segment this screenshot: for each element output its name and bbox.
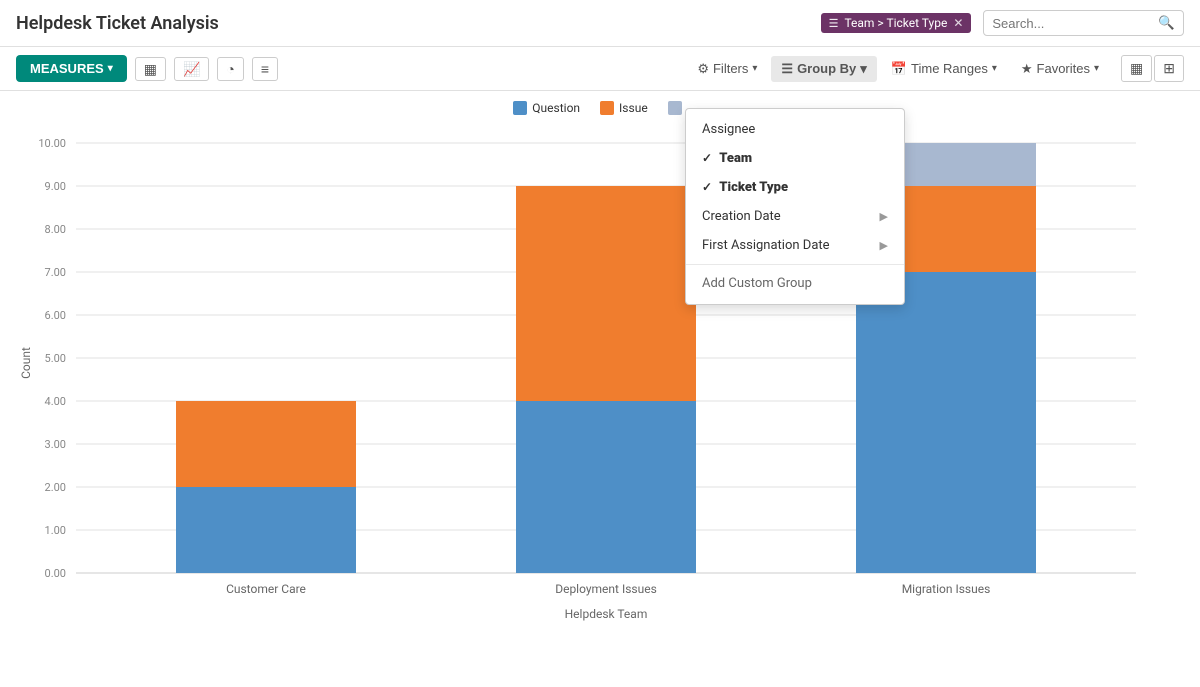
dropdown-item-creation-date[interactable]: Creation Date ▶ (686, 202, 904, 231)
filter-icon: ⚙ (697, 61, 709, 77)
bar-deployment-issues: Deployment Issues (516, 186, 696, 596)
group-by-dropdown: Assignee ✓ Team ✓ Ticket Type Creation D… (685, 108, 905, 305)
legend-item-issue: Issue (600, 101, 648, 115)
view-toggle: ▦ ⊞ (1121, 55, 1184, 82)
legend-dot-other (668, 101, 682, 115)
svg-text:3.00: 3.00 (45, 438, 66, 451)
chart-wrapper: 10.00 9.00 8.00 7.00 6.00 5.00 4.00 (16, 123, 1184, 637)
bar-customer-care: Customer Care (176, 401, 356, 596)
time-ranges-button[interactable]: 📅 Time Ranges ▾ (881, 56, 1007, 82)
favorites-button[interactable]: ★ Favorites ▾ (1011, 56, 1109, 82)
dropdown-item-add-custom-group[interactable]: Add Custom Group (686, 269, 904, 298)
page-title: Helpdesk Ticket Analysis (16, 13, 219, 34)
group-by-arrow-icon: ▾ (860, 61, 867, 77)
bar-chart: 10.00 9.00 8.00 7.00 6.00 5.00 4.00 (16, 123, 1184, 633)
x-axis-label: Helpdesk Team (565, 607, 648, 621)
svg-text:Deployment Issues: Deployment Issues (555, 582, 657, 596)
svg-text:9.00: 9.00 (45, 180, 66, 193)
search-icon[interactable]: 🔍 (1158, 15, 1175, 31)
svg-text:6.00: 6.00 (45, 309, 66, 322)
team-check-icon: ✓ (702, 151, 712, 165)
list-icon: ☰ (829, 17, 839, 30)
dropdown-item-assignee[interactable]: Assignee (686, 115, 904, 144)
filters-arrow-icon: ▾ (752, 63, 757, 74)
svg-text:5.00: 5.00 (45, 352, 66, 365)
toolbar-right: ⚙ Filters ▾ ☰ Group By ▾ 📅 Time Ranges ▾… (687, 55, 1184, 82)
legend-item-question: Question (513, 101, 580, 115)
search-input[interactable] (992, 16, 1152, 31)
svg-text:10.00: 10.00 (38, 137, 66, 150)
toolbar: MEASURES ▾ ▦ 📈 ◔ ≡ ⚙ Filters ▾ ☰ Group B… (0, 47, 1200, 91)
group-by-button[interactable]: ☰ Group By ▾ (771, 56, 876, 82)
chart-area: Question Issue 10.00 9.00 (0, 91, 1200, 637)
svg-text:0.00: 0.00 (45, 567, 66, 580)
breadcrumb-text: Team > Ticket Type (844, 16, 947, 30)
bar-chart-icon[interactable]: ▦ (135, 57, 166, 81)
dropdown-item-ticket-type[interactable]: ✓ Ticket Type (686, 173, 904, 202)
dropdown-item-team[interactable]: ✓ Team (686, 144, 904, 173)
breadcrumb-tag: ☰ Team > Ticket Type ✕ (821, 13, 972, 33)
legend-dot-issue (600, 101, 614, 115)
star-icon: ★ (1021, 61, 1033, 77)
measures-label: MEASURES (30, 61, 104, 76)
legend-dot-question (513, 101, 527, 115)
svg-text:1.00: 1.00 (45, 524, 66, 537)
svg-text:Migration Issues: Migration Issues (902, 582, 991, 596)
group-by-label: Group By (797, 61, 856, 76)
first-assignation-date-label: First Assignation Date (702, 238, 830, 253)
breadcrumb-close-icon[interactable]: ✕ (953, 16, 963, 30)
ticket-type-check-icon: ✓ (702, 180, 712, 194)
add-custom-group-label: Add Custom Group (702, 276, 812, 291)
pie-chart-icon[interactable]: ◔ (217, 57, 243, 81)
assignee-label: Assignee (702, 122, 755, 137)
creation-date-label: Creation Date (702, 209, 781, 224)
legend-label-question: Question (532, 101, 580, 115)
svg-text:7.00: 7.00 (45, 266, 66, 279)
table-view-button[interactable]: ⊞ (1154, 55, 1184, 82)
svg-text:Customer Care: Customer Care (226, 582, 306, 596)
filters-label: Filters (713, 61, 748, 76)
group-by-icon: ☰ (781, 61, 793, 77)
time-ranges-label: Time Ranges (911, 61, 988, 76)
y-axis-label: Count (19, 347, 33, 379)
calendar-icon: 📅 (891, 61, 907, 77)
legend-item-other (668, 101, 687, 115)
chart-legend: Question Issue (16, 101, 1184, 115)
measures-arrow-icon: ▾ (108, 63, 113, 74)
filters-button[interactable]: ⚙ Filters ▾ (687, 56, 767, 82)
time-ranges-arrow-icon: ▾ (992, 63, 997, 74)
dropdown-divider (686, 264, 904, 265)
svg-text:4.00: 4.00 (45, 395, 66, 408)
header: Helpdesk Ticket Analysis ☰ Team > Ticket… (0, 0, 1200, 47)
measures-button[interactable]: MEASURES ▾ (16, 55, 127, 82)
legend-label-issue: Issue (619, 101, 648, 115)
chart-view-button[interactable]: ▦ (1121, 55, 1152, 82)
favorites-arrow-icon: ▾ (1094, 63, 1099, 74)
line-chart-icon[interactable]: 📈 (174, 57, 209, 81)
dropdown-item-first-assignation-date[interactable]: First Assignation Date ▶ (686, 231, 904, 260)
stacked-icon[interactable]: ≡ (252, 57, 278, 81)
svg-text:8.00: 8.00 (45, 223, 66, 236)
creation-date-arrow-icon: ▶ (880, 210, 888, 223)
first-assignation-date-arrow-icon: ▶ (880, 239, 888, 252)
search-container: 🔍 (983, 10, 1184, 36)
favorites-label: Favorites (1037, 61, 1090, 76)
svg-text:2.00: 2.00 (45, 481, 66, 494)
